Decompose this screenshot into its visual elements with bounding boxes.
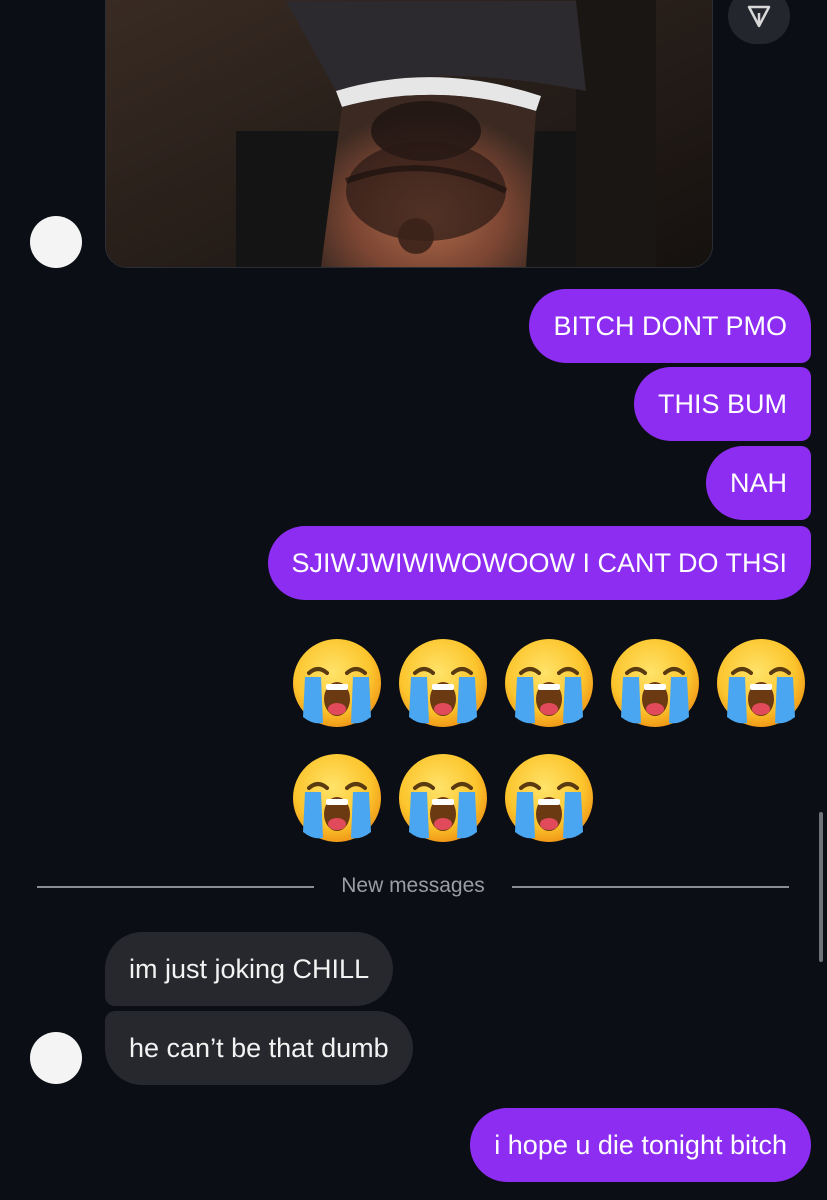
loudly-crying-face-icon	[397, 752, 489, 844]
loudly-crying-face-icon	[291, 752, 383, 844]
chat-screen: BITCH DONT PMO THIS BUM NAH SJIWJWIWIWOW…	[0, 0, 827, 1200]
message-text: he can’t be that dumb	[129, 1032, 389, 1063]
loudly-crying-face-icon	[291, 637, 383, 729]
scrollbar[interactable]	[819, 812, 823, 962]
divider-line-left	[37, 886, 314, 888]
loudly-crying-face-icon	[609, 637, 701, 729]
message-text: SJIWJWIWIWOWOOW I CANT DO THSI	[291, 547, 787, 578]
share-button[interactable]	[728, 0, 790, 44]
share-icon	[747, 5, 771, 28]
message-text: NAH	[729, 467, 787, 498]
outgoing-message[interactable]: i hope u die tonight bitch	[470, 1108, 811, 1182]
message-text: BITCH DONT PMO	[553, 310, 787, 341]
shared-photo[interactable]	[105, 0, 713, 268]
incoming-message[interactable]: he can’t be that dumb	[105, 1011, 413, 1085]
message-text: im just joking CHILL	[129, 953, 370, 984]
divider-line-right	[512, 886, 789, 888]
loudly-crying-face-icon	[397, 637, 489, 729]
loudly-crying-face-icon	[503, 752, 595, 844]
incoming-message[interactable]: im just joking CHILL	[105, 932, 394, 1006]
loudly-crying-face-icon	[715, 637, 807, 729]
message-text: i hope u die tonight bitch	[494, 1129, 787, 1160]
sender-avatar[interactable]	[30, 216, 82, 268]
message-text: THIS BUM	[657, 388, 787, 419]
outgoing-message[interactable]: SJIWJWIWIWOWOOW I CANT DO THSI	[267, 526, 811, 600]
outgoing-message[interactable]: NAH	[705, 446, 811, 520]
new-messages-divider: New messages	[341, 874, 485, 897]
outgoing-message[interactable]: BITCH DONT PMO	[529, 289, 811, 363]
sender-avatar[interactable]	[30, 1032, 82, 1084]
outgoing-message[interactable]: THIS BUM	[633, 367, 811, 441]
loudly-crying-face-icon	[503, 637, 595, 729]
